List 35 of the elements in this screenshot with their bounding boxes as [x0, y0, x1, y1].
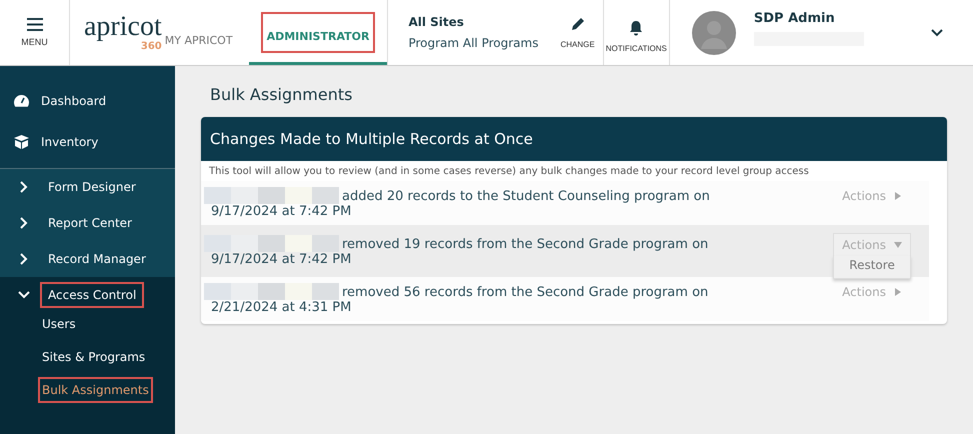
user-name: SDP Admin: [754, 11, 836, 26]
change-date: 9/17/2024 at 7:42 PM: [211, 204, 352, 219]
change-summary: removed 19 records from the Second Grade program on: [342, 237, 708, 252]
card-title: Changes Made to Multiple Records at Once: [201, 117, 947, 161]
change-date: 9/17/2024 at 7:42 PM: [211, 252, 352, 267]
menu-icon: [26, 18, 42, 31]
site-title: All Sites: [408, 15, 465, 29]
sidebar-subitem[interactable]: Bulk Assignments: [40, 379, 151, 401]
bell-icon: [629, 20, 644, 36]
box-icon: [14, 134, 29, 148]
gauge-icon: [14, 94, 29, 106]
chevron-down-icon[interactable]: [931, 28, 943, 36]
sidebar-subitem[interactable]: Sites & Programs: [40, 346, 148, 368]
sidebar-section[interactable]: Record Manager: [42, 248, 152, 270]
page-title: Bulk Assignments: [210, 85, 354, 104]
program-label: Program All Programs: [408, 36, 538, 50]
sidebar-section[interactable]: Form Designer: [42, 176, 142, 198]
card-description: This tool will allow you to review (and in some cases reverse) any bulk changes made to your record level group access: [209, 166, 810, 177]
avatar-icon: [692, 10, 736, 54]
caret-icon: [894, 288, 902, 296]
pencil-icon: [570, 16, 586, 32]
nav-tab[interactable]: MY APRICOT: [162, 0, 239, 65]
caret-icon: [894, 192, 902, 200]
sidebar-section[interactable]: Access Control: [42, 284, 142, 306]
sidebar-item[interactable]: Inventory: [0, 121, 175, 162]
change-date: 2/21/2024 at 4:31 PM: [211, 300, 352, 315]
sidebar-item[interactable]: Dashboard: [0, 80, 175, 121]
notifications-button[interactable]: NOTIFICATIONS: [602, 0, 670, 65]
caret-icon: [894, 240, 902, 248]
sidebar-section[interactable]: Report Center: [42, 212, 138, 234]
apricot-logo: apricot 360: [84, 13, 162, 52]
sidebar-subitem[interactable]: Users: [40, 313, 78, 335]
menu-item[interactable]: Restore: [849, 258, 895, 272]
change-summary: added 20 records to the Student Counseling program on: [342, 189, 710, 204]
change-summary: removed 56 records from the Second Grade program on: [342, 285, 708, 300]
